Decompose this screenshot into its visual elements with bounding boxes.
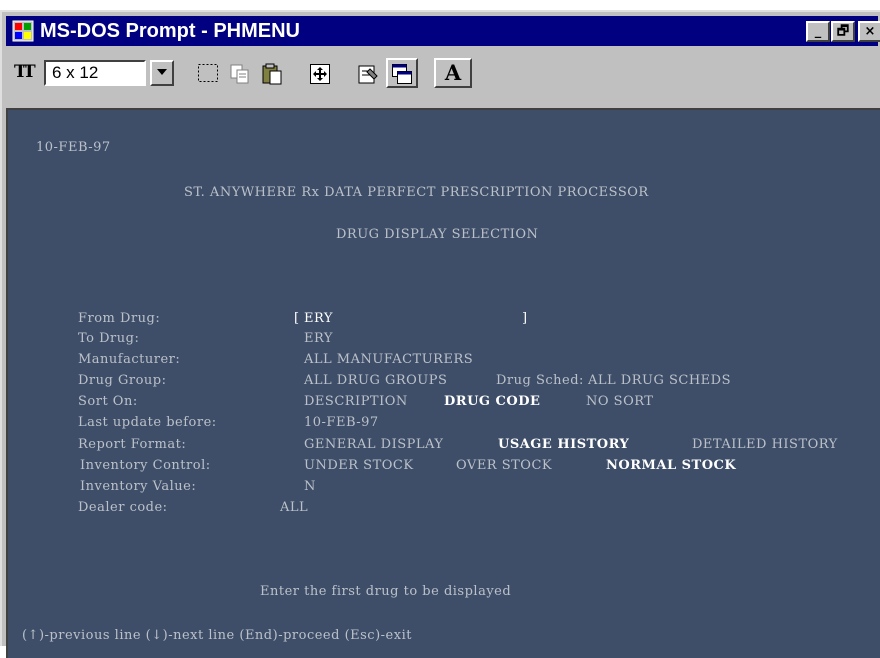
properties-icon <box>358 65 378 84</box>
console-heading: ST. ANYWHERE Rx DATA PERFECT PRESCRIPTIO… <box>184 185 649 200</box>
close-icon: × <box>864 24 876 39</box>
report-format-label: Report Format: <box>78 437 187 452</box>
from-drug-bracket-close: ] <box>522 311 528 326</box>
window-title: MS-DOS Prompt - PHMENU <box>40 20 300 42</box>
paste-button[interactable] <box>256 58 288 88</box>
sort-option-selected[interactable]: DRUG CODE <box>444 393 540 411</box>
background-icon <box>392 64 412 84</box>
ms-dos-window: MS-DOS Prompt - PHMENU _ 🗗 × TT 6 x 12 A… <box>0 10 880 658</box>
minimize-button[interactable]: _ <box>806 21 830 42</box>
dealer-code-label: Dealer code: <box>78 500 168 515</box>
font-size-select[interactable]: 6 x 12 <box>44 60 146 86</box>
to-drug-value[interactable]: ERY <box>304 330 333 348</box>
font-size-control: TT 6 x 12 <box>10 58 180 88</box>
restore-icon: 🗗 <box>836 24 850 39</box>
fullscreen-icon <box>310 64 330 84</box>
copy-button[interactable] <box>224 58 256 88</box>
drug-group-value[interactable]: ALL DRUG GROUPS <box>304 372 447 390</box>
drug-sched-value[interactable]: ALL DRUG SCHEDS <box>588 372 731 390</box>
inventory-control-option-selected[interactable]: NORMAL STOCK <box>606 457 736 475</box>
background-button[interactable] <box>386 58 418 88</box>
restore-button[interactable]: 🗗 <box>831 21 855 42</box>
inventory-control-label: Inventory Control: <box>80 458 211 473</box>
from-drug-label: From Drug: <box>78 311 161 326</box>
console-subheading: DRUG DISPLAY SELECTION <box>336 227 539 242</box>
drug-group-label: Drug Group: <box>78 373 167 388</box>
font-size-dropdown-button[interactable] <box>150 60 174 86</box>
console-date: 10-FEB-97 <box>36 140 111 155</box>
report-format-option-selected[interactable]: USAGE HISTORY <box>498 436 629 454</box>
paste-icon <box>262 63 282 85</box>
font-settings-icon: A <box>444 60 462 85</box>
properties-button[interactable] <box>352 58 384 88</box>
copy-icon <box>230 64 249 84</box>
font-button[interactable]: A <box>434 58 472 88</box>
ms-dos-icon <box>12 20 34 42</box>
last-update-label: Last update before: <box>78 415 217 430</box>
toolbar: TT 6 x 12 A <box>6 52 878 94</box>
sort-option[interactable]: DESCRIPTION <box>304 393 408 411</box>
font-icon: TT <box>14 62 36 82</box>
drug-sched-label: Drug Sched: <box>496 373 584 388</box>
mark-icon <box>198 64 218 82</box>
report-format-option[interactable]: DETAILED HISTORY <box>692 436 838 454</box>
dealer-code-value[interactable]: ALL <box>280 499 308 517</box>
chevron-down-icon <box>157 69 167 75</box>
inventory-control-option[interactable]: UNDER STOCK <box>304 457 414 475</box>
inventory-value-value[interactable]: N <box>304 478 316 496</box>
console-prompt: Enter the first drug to be displayed <box>260 584 512 599</box>
mark-button[interactable] <box>192 58 224 88</box>
report-format-option[interactable]: GENERAL DISPLAY <box>304 436 443 454</box>
inventory-control-option[interactable]: OVER STOCK <box>456 457 552 475</box>
sort-on-label: Sort On: <box>78 394 138 409</box>
minimize-icon: _ <box>814 24 822 39</box>
to-drug-label: To Drug: <box>78 331 140 346</box>
inventory-value-label: Inventory Value: <box>80 479 197 494</box>
title-bar[interactable]: MS-DOS Prompt - PHMENU _ 🗗 × <box>6 16 880 46</box>
console-help-line: (↑)-previous line (↓)-next line (End)-pr… <box>22 628 412 643</box>
manufacturer-value[interactable]: ALL MANUFACTURERS <box>304 351 473 369</box>
manufacturer-label: Manufacturer: <box>78 352 181 367</box>
last-update-value[interactable]: 10-FEB-97 <box>304 414 379 432</box>
sort-option[interactable]: NO SORT <box>586 393 653 411</box>
from-drug-input[interactable]: ERY <box>304 310 333 328</box>
full-screen-button[interactable] <box>304 58 336 88</box>
close-button[interactable]: × <box>858 21 880 42</box>
console-screen[interactable]: 10-FEB-97 ST. ANYWHERE Rx DATA PERFECT P… <box>6 108 880 658</box>
from-drug-bracket-open: [ <box>294 311 300 326</box>
